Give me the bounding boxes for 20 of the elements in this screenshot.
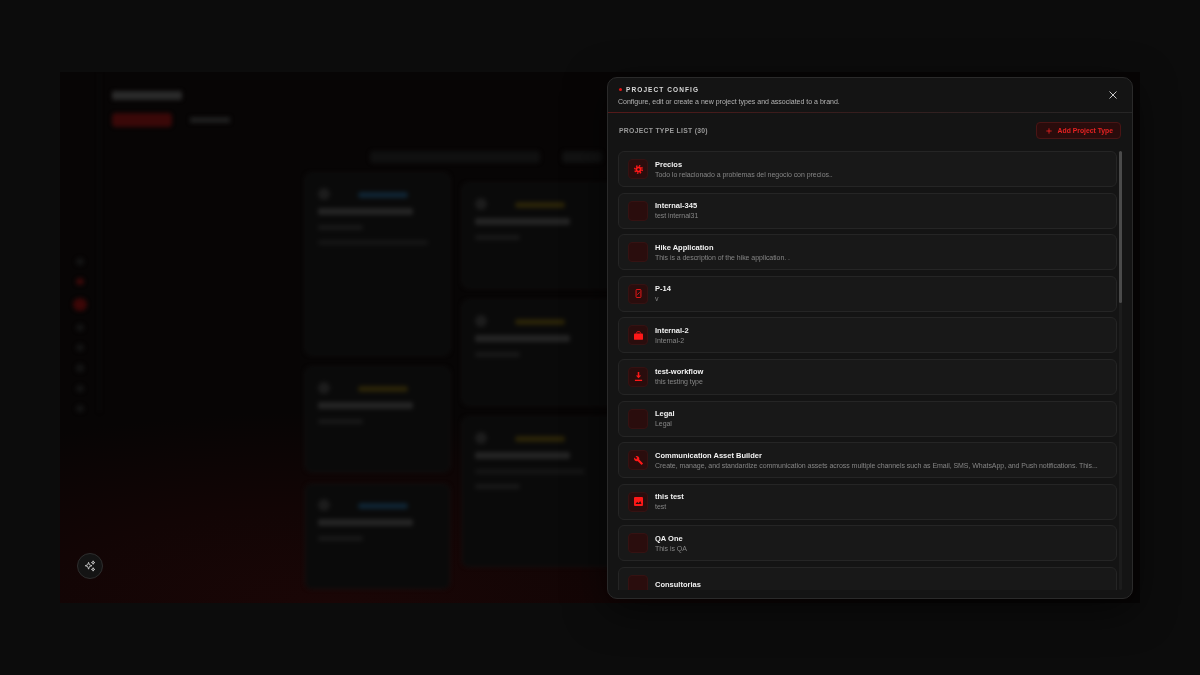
dot-icon <box>619 87 622 91</box>
briefcase-icon <box>628 325 648 346</box>
image-icon <box>628 491 648 512</box>
assistant-button[interactable] <box>77 553 103 579</box>
blank-tile-icon <box>628 408 648 429</box>
blank-tile-icon <box>628 533 648 554</box>
close-icon <box>1109 91 1117 99</box>
phone-icon <box>628 283 648 304</box>
gear-icon <box>628 159 648 179</box>
blank-tile-icon <box>628 574 648 590</box>
wrench-icon <box>628 450 648 471</box>
blurred-title-bar <box>112 91 182 100</box>
scrollbar-thumb[interactable] <box>1119 151 1122 303</box>
download-icon <box>628 366 648 387</box>
sparkle-icon <box>84 560 96 572</box>
blank-tile-icon <box>628 242 648 263</box>
blurred-pill <box>112 113 172 127</box>
blank-tile-icon <box>628 200 648 221</box>
scrollbar[interactable] <box>1119 151 1122 590</box>
plus-icon <box>1045 127 1052 134</box>
